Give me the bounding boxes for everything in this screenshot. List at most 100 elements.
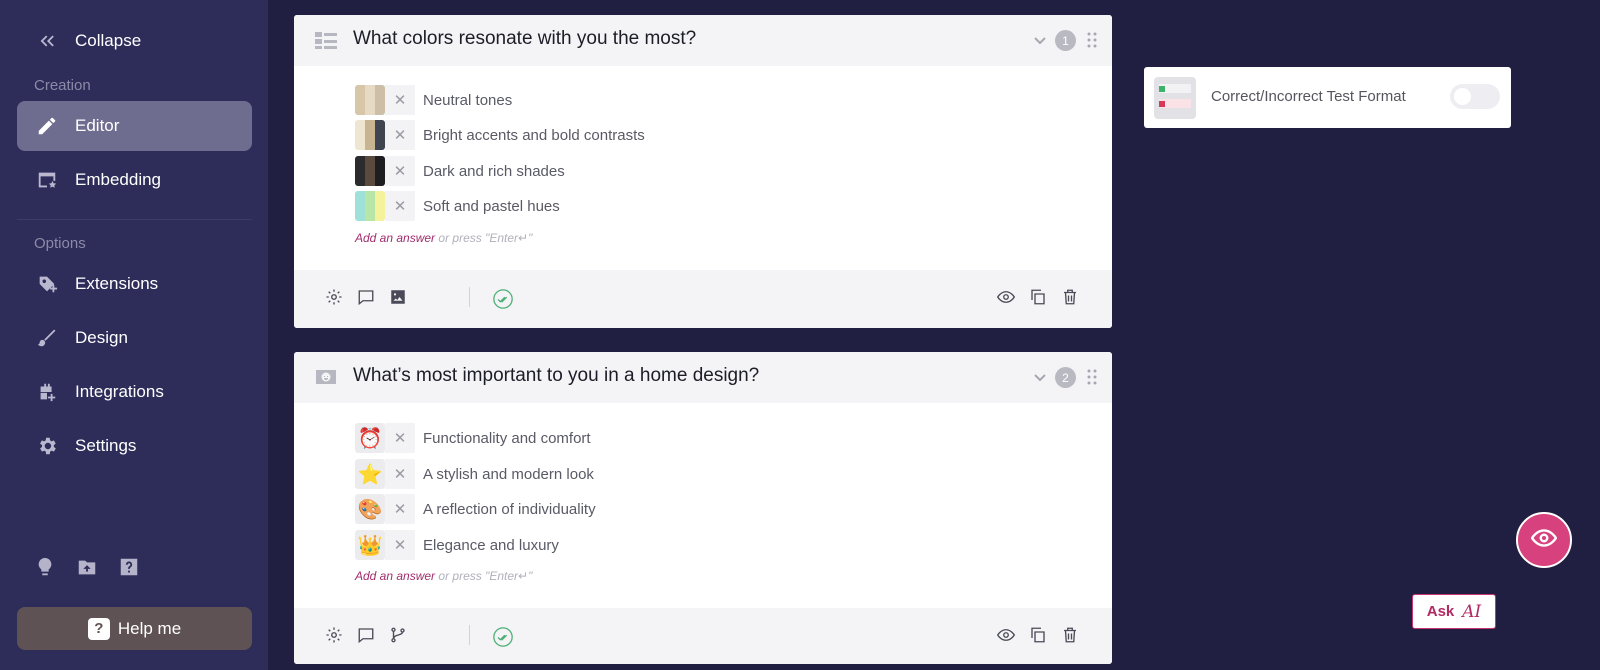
gear-icon xyxy=(35,434,59,458)
remove-answer-icon[interactable]: ✕ xyxy=(385,85,415,115)
chevron-down-icon[interactable] xyxy=(1032,369,1048,385)
answer-text[interactable]: A stylish and modern look xyxy=(423,466,594,483)
preview-button[interactable] xyxy=(1516,512,1572,568)
chevrons-left-icon xyxy=(35,29,59,53)
sidebar-item-label: Design xyxy=(75,328,128,347)
sidebar-item-label: Integrations xyxy=(75,382,164,401)
test-format-label: Correct/Incorrect Test Format xyxy=(1211,88,1406,105)
add-answer-row: Add an answer or press "Enter↵" xyxy=(355,231,532,245)
collapse-button[interactable]: Collapse xyxy=(17,16,252,66)
answer-text[interactable]: Bright accents and bold contrasts xyxy=(423,127,645,144)
sidebar-item-embedding[interactable]: Embedding xyxy=(17,155,252,205)
upload-folder-icon[interactable] xyxy=(76,556,98,578)
lightbulb-icon[interactable] xyxy=(34,556,56,578)
remove-answer-icon[interactable]: ✕ xyxy=(385,530,415,560)
question-number-badge: 2 xyxy=(1055,367,1076,388)
branch-icon[interactable] xyxy=(388,625,408,645)
drag-handle-icon[interactable] xyxy=(1086,369,1098,385)
puzzle-icon xyxy=(35,272,59,296)
test-format-toggle[interactable] xyxy=(1450,84,1500,109)
emoji-choice-type-icon xyxy=(314,367,338,387)
answer-item: 👑 ✕ Elegance and luxury xyxy=(355,530,559,560)
plug-icon xyxy=(35,380,59,404)
collapse-label: Collapse xyxy=(75,31,142,50)
question-header[interactable]: What colors resonate with you the most? … xyxy=(294,15,1112,66)
answer-text[interactable]: Elegance and luxury xyxy=(423,537,559,554)
sidebar-item-integrations[interactable]: Integrations xyxy=(17,367,252,417)
copy-icon[interactable] xyxy=(1028,625,1048,645)
remove-answer-icon[interactable]: ✕ xyxy=(385,191,415,221)
answer-color-swatch[interactable] xyxy=(355,191,385,221)
section-label-options: Options xyxy=(34,235,86,252)
answer-text[interactable]: Soft and pastel hues xyxy=(423,198,560,215)
ai-icon: AI xyxy=(1462,601,1482,622)
answer-emoji[interactable]: 👑 xyxy=(355,530,385,560)
question-number-badge: 1 xyxy=(1055,30,1076,51)
eye-icon[interactable] xyxy=(996,287,1016,307)
sidebar-item-settings[interactable]: Settings xyxy=(17,421,252,471)
test-format-preview xyxy=(1154,77,1196,119)
question-card-1: What colors resonate with you the most? … xyxy=(294,15,1112,328)
answer-item: ⏰ ✕ Functionality and comfort xyxy=(355,423,591,453)
pencil-icon xyxy=(35,114,59,138)
chevron-down-icon[interactable] xyxy=(1032,32,1048,48)
remove-answer-icon[interactable]: ✕ xyxy=(385,423,415,453)
add-answer-link[interactable]: Add an answer xyxy=(355,231,435,245)
double-check-icon[interactable] xyxy=(492,626,514,648)
section-label-creation: Creation xyxy=(34,77,91,94)
sidebar-item-design[interactable]: Design xyxy=(17,313,252,363)
sidebar-item-extensions[interactable]: Extensions xyxy=(17,259,252,309)
add-answer-row: Add an answer or press "Enter↵" xyxy=(355,569,532,583)
sidebar-item-label: Embedding xyxy=(75,170,162,189)
eye-icon[interactable] xyxy=(996,625,1016,645)
sidebar: Collapse Creation Editor Embedding Optio… xyxy=(0,0,268,670)
answer-color-swatch[interactable] xyxy=(355,156,385,186)
double-check-icon[interactable] xyxy=(492,288,514,310)
answer-emoji[interactable]: ⏰ xyxy=(355,423,385,453)
embed-icon xyxy=(35,168,59,192)
answer-item: ✕ Bright accents and bold contrasts xyxy=(355,120,645,150)
question-title[interactable]: What’s most important to you in a home d… xyxy=(353,365,759,387)
gear-icon[interactable] xyxy=(324,287,344,307)
answer-item: ✕ Dark and rich shades xyxy=(355,156,565,186)
copy-icon[interactable] xyxy=(1028,287,1048,307)
help-icon: ? xyxy=(87,617,110,640)
drag-handle-icon[interactable] xyxy=(1086,32,1098,48)
answer-text[interactable]: Functionality and comfort xyxy=(423,430,591,447)
eye-icon xyxy=(1530,525,1558,556)
image-icon[interactable] xyxy=(388,287,408,307)
ask-label: Ask xyxy=(1426,603,1455,620)
remove-answer-icon[interactable]: ✕ xyxy=(385,494,415,524)
answer-color-swatch[interactable] xyxy=(355,120,385,150)
answer-item: ⭐ ✕ A stylish and modern look xyxy=(355,459,594,489)
question-header[interactable]: What’s most important to you in a home d… xyxy=(294,352,1112,403)
answer-item: ✕ Neutral tones xyxy=(355,85,512,115)
question-title[interactable]: What colors resonate with you the most? xyxy=(353,28,696,50)
help-label: Help me xyxy=(117,618,182,638)
answer-text[interactable]: Neutral tones xyxy=(423,92,512,109)
remove-answer-icon[interactable]: ✕ xyxy=(385,156,415,186)
question-card-2: What’s most important to you in a home d… xyxy=(294,352,1112,664)
answer-color-swatch[interactable] xyxy=(355,85,385,115)
comment-icon[interactable] xyxy=(356,287,376,307)
question-icon[interactable] xyxy=(118,556,140,578)
sidebar-bottom-tools xyxy=(34,556,140,578)
answer-emoji[interactable]: 🎨 xyxy=(355,494,385,524)
gear-icon[interactable] xyxy=(324,625,344,645)
help-me-button[interactable]: ? Help me xyxy=(17,607,252,650)
image-choice-type-icon xyxy=(314,30,338,50)
answer-text[interactable]: A reflection of individuality xyxy=(423,501,596,518)
answer-text[interactable]: Dark and rich shades xyxy=(423,163,565,180)
answer-emoji[interactable]: ⭐ xyxy=(355,459,385,489)
remove-answer-icon[interactable]: ✕ xyxy=(385,459,415,489)
brush-icon xyxy=(35,326,59,350)
comment-icon[interactable] xyxy=(356,625,376,645)
trash-icon[interactable] xyxy=(1060,625,1080,645)
sidebar-item-editor[interactable]: Editor xyxy=(17,101,252,151)
sidebar-divider xyxy=(17,219,252,220)
trash-icon[interactable] xyxy=(1060,287,1080,307)
add-answer-link[interactable]: Add an answer xyxy=(355,569,435,583)
remove-answer-icon[interactable]: ✕ xyxy=(385,120,415,150)
ask-ai-button[interactable]: Ask AI xyxy=(1412,594,1496,629)
sidebar-item-label: Settings xyxy=(75,436,137,455)
